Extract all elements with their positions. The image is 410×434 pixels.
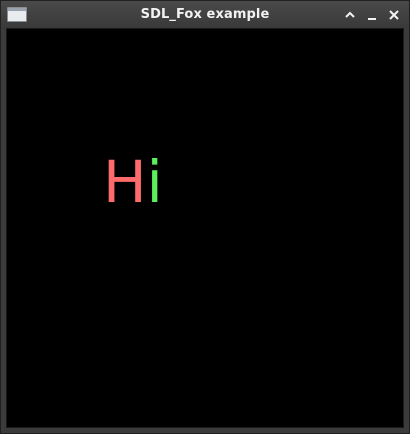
chevron-up-icon [345, 11, 355, 18]
greeting-letter-i: i [146, 148, 163, 216]
app-window: SDL_Fox example Hi [0, 0, 410, 434]
minimize-icon [368, 18, 376, 20]
title-bar[interactable]: SDL_Fox example [1, 1, 409, 28]
greeting-letter-h: H [103, 148, 147, 216]
minimize-button[interactable] [363, 6, 381, 24]
greeting-text: Hi [103, 147, 163, 217]
sdl-canvas[interactable]: Hi [6, 28, 404, 428]
close-icon [389, 10, 399, 20]
maximize-button[interactable] [341, 6, 359, 24]
close-button[interactable] [385, 6, 403, 24]
